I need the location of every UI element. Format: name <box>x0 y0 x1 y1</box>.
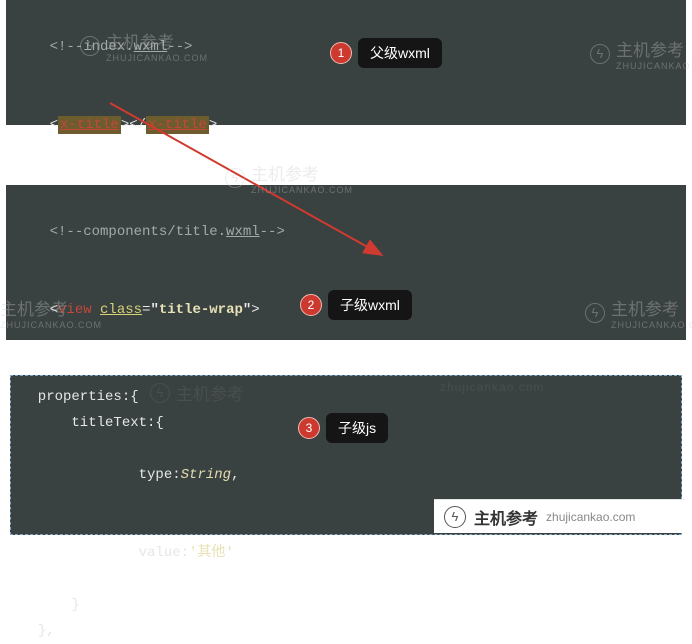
quote: ' <box>225 545 233 561</box>
brand-url: zhujicankao.com <box>546 510 635 524</box>
tag: view <box>58 302 92 318</box>
annotation-badge-1: 1 父级wxml <box>330 38 442 68</box>
badge-number: 1 <box>330 42 352 64</box>
comment-text: --> <box>260 224 285 240</box>
comment-text: --> <box>167 39 192 55</box>
tag: x-title <box>58 116 121 134</box>
tag: x-title <box>146 116 209 134</box>
comment-text: <!--index. <box>50 39 134 55</box>
attr: class <box>100 302 142 318</box>
badge-label: 父级wxml <box>358 38 442 68</box>
comment-file: wxml <box>134 39 168 55</box>
punct: > <box>121 117 129 133</box>
code-line: }, <box>21 618 671 644</box>
quote: " <box>150 302 158 318</box>
comment-text: <!--components/title. <box>50 224 226 240</box>
punct: > <box>251 302 259 318</box>
punct: < <box>50 117 58 133</box>
badge-number: 2 <box>300 294 322 316</box>
annotation-badge-3: 3 子级js <box>298 413 388 443</box>
code-line: <!--components/title.wxml--> <box>16 193 676 271</box>
space <box>92 302 100 318</box>
code-line: } <box>21 592 671 618</box>
footer-brand: ϟ 主机参考 zhujicankao.com <box>434 499 684 533</box>
annotation-badge-2: 2 子级wxml <box>300 290 412 320</box>
brand-text: 主机参考 <box>474 505 538 529</box>
brand-icon: ϟ <box>444 506 466 528</box>
badge-label: 子级wxml <box>328 290 412 320</box>
type: String <box>181 467 231 483</box>
quote: ' <box>189 545 197 561</box>
code-line: properties:{ <box>21 384 671 410</box>
text: , <box>231 467 239 483</box>
string: title-wrap <box>159 302 243 318</box>
text: type: <box>55 467 181 483</box>
string: 其他 <box>197 545 225 561</box>
punct: < <box>50 302 58 318</box>
badge-number: 3 <box>298 417 320 439</box>
code-line: <x-title></x-title> <box>16 86 676 164</box>
comment-file: wxml <box>226 224 260 240</box>
text: value: <box>55 545 189 561</box>
punct: </ <box>129 117 146 133</box>
badge-label: 子级js <box>326 413 388 443</box>
punct: > <box>209 117 217 133</box>
